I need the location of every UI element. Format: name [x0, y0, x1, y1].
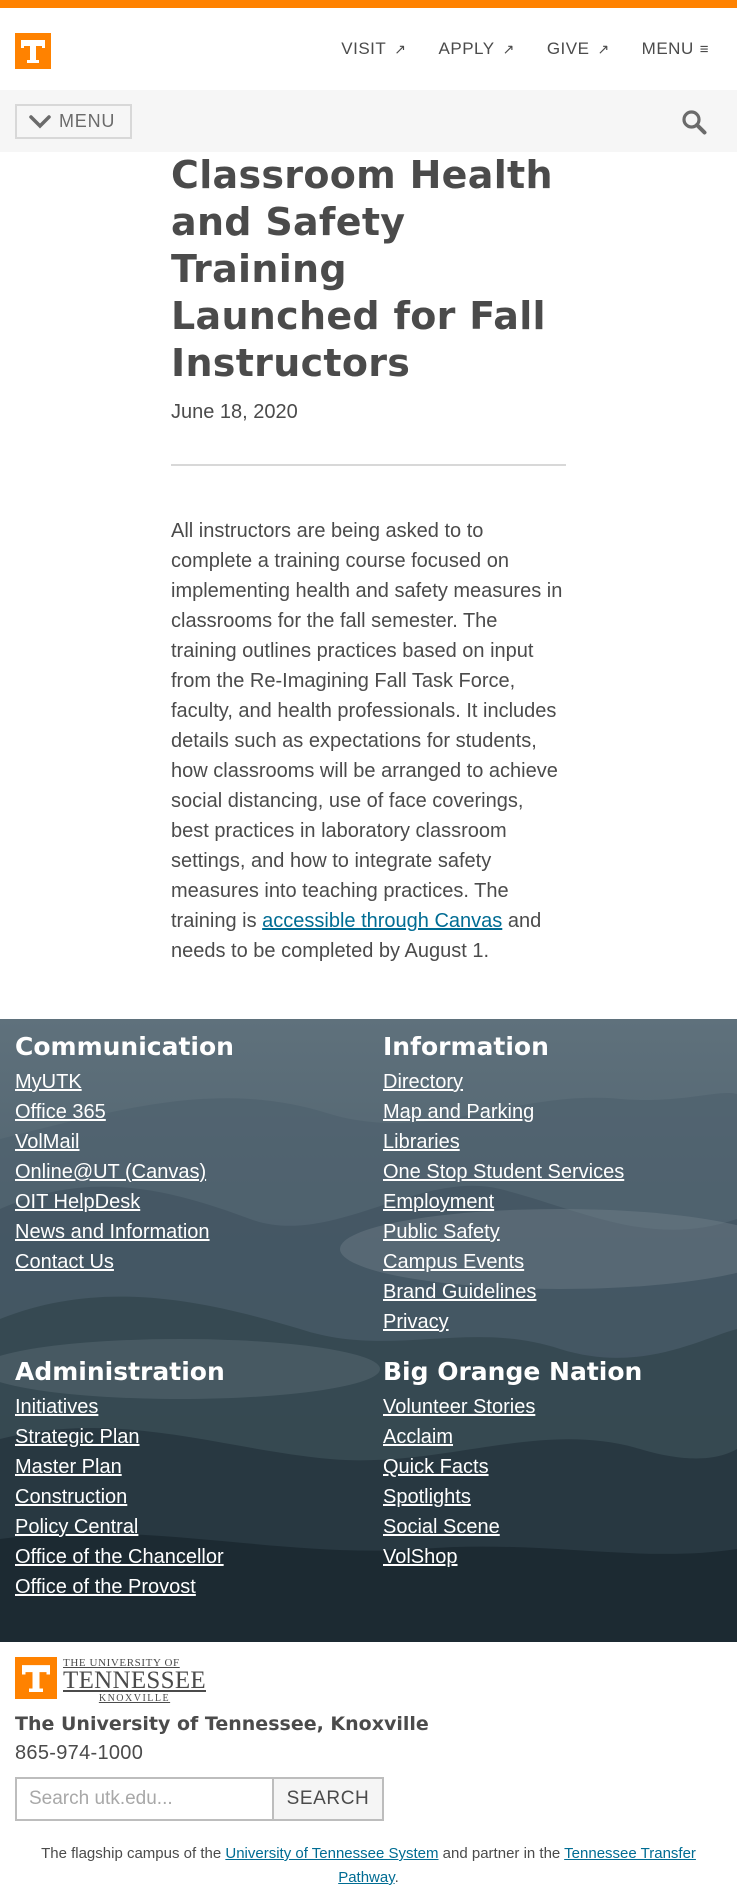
- nav-visit-label: VISIT: [341, 39, 387, 58]
- flagship-text-middle: and partner in the: [438, 1845, 565, 1862]
- footer-link-libraries[interactable]: Libraries: [383, 1131, 460, 1153]
- top-navigation: VISIT ↗ APPLY ↗ GIVE ↗ MENU ≡: [309, 39, 709, 59]
- footer-link-volmail[interactable]: VolMail: [15, 1131, 79, 1153]
- footer-link-myutk[interactable]: MyUTK: [15, 1071, 82, 1093]
- section-menu-label: MENU: [59, 111, 116, 131]
- wordmark-text: THE UNIVERSITY OF TENNESSEE KNOXVILLE: [63, 1657, 206, 1704]
- footer-information-column: Information Directory Map and Parking Li…: [383, 1032, 624, 1337]
- footer-link-quick-facts[interactable]: Quick Facts: [383, 1456, 489, 1478]
- canvas-link[interactable]: accessible through Canvas: [262, 910, 502, 932]
- external-arrow-icon: ↗: [394, 40, 407, 57]
- section-navigation-bar: MENU: [0, 90, 737, 152]
- nav-give-label: GIVE: [546, 39, 590, 58]
- footer-link-contact-us[interactable]: Contact Us: [15, 1251, 114, 1273]
- footer-communication-column: Communication MyUTK Office 365 VolMail O…: [15, 1032, 234, 1277]
- footer-link-policy-central[interactable]: Policy Central: [15, 1516, 138, 1538]
- site-search-input[interactable]: [15, 1777, 272, 1821]
- footer-big-orange-nation-heading: Big Orange Nation: [383, 1357, 643, 1386]
- footer-link-directory[interactable]: Directory: [383, 1071, 463, 1093]
- article-divider: [171, 464, 566, 466]
- power-t-icon: [15, 1657, 57, 1699]
- university-wordmark-logo[interactable]: THE UNIVERSITY OF TENNESSEE KNOXVILLE: [15, 1657, 206, 1704]
- article-date: June 18, 2020: [171, 401, 298, 423]
- footer-link-public-safety[interactable]: Public Safety: [383, 1221, 500, 1243]
- footer-link-volshop[interactable]: VolShop: [383, 1546, 458, 1568]
- hamburger-icon: ≡: [699, 40, 709, 58]
- footer-link-acclaim[interactable]: Acclaim: [383, 1426, 453, 1448]
- site-identity-footer: THE UNIVERSITY OF TENNESSEE KNOXVILLE Th…: [0, 1642, 737, 1893]
- article-body-text: All instructors are being asked to to co…: [171, 520, 563, 932]
- footer-communication-heading: Communication: [15, 1032, 234, 1061]
- flagship-text-prefix: The flagship campus of the: [41, 1845, 226, 1862]
- wordmark-line-3: KNOXVILLE: [98, 1693, 171, 1704]
- footer-link-online-canvas[interactable]: Online@UT (Canvas): [15, 1161, 206, 1183]
- footer-big-orange-nation-column: Big Orange Nation Volunteer Stories Accl…: [383, 1357, 642, 1572]
- section-menu-button[interactable]: MENU: [15, 104, 132, 139]
- article-body: All instructors are being asked to to co…: [171, 516, 566, 966]
- footer-link-chancellor[interactable]: Office of the Chancellor: [15, 1546, 224, 1568]
- footer-information-heading: Information: [383, 1032, 549, 1061]
- nav-apply-link[interactable]: APPLY ↗: [439, 39, 515, 59]
- external-arrow-icon: ↗: [502, 40, 515, 57]
- flagship-text-suffix: .: [394, 1869, 399, 1886]
- footer-administration-heading: Administration: [15, 1357, 225, 1386]
- footer-link-campus-events[interactable]: Campus Events: [383, 1251, 524, 1273]
- nav-visit-link[interactable]: VISIT ↗: [341, 39, 406, 59]
- footer-administration-column: Administration Initiatives Strategic Pla…: [15, 1357, 225, 1602]
- footer-link-strategic-plan[interactable]: Strategic Plan: [15, 1426, 140, 1448]
- site-footer: Communication MyUTK Office 365 VolMail O…: [0, 1019, 737, 1642]
- footer-link-map-parking[interactable]: Map and Parking: [383, 1101, 534, 1123]
- footer-link-employment[interactable]: Employment: [383, 1191, 494, 1213]
- brand-top-bar: [0, 0, 737, 8]
- footer-link-news[interactable]: News and Information: [15, 1221, 210, 1243]
- wordmark-line-2: TENNESSEE: [63, 1667, 206, 1694]
- nav-apply-label: APPLY: [438, 39, 495, 58]
- article-title: Classroom Health and Safety Training Lau…: [171, 153, 553, 385]
- footer-link-oit-helpdesk[interactable]: OIT HelpDesk: [15, 1191, 140, 1213]
- external-arrow-icon: ↗: [597, 40, 610, 57]
- chevron-down-icon: [29, 114, 51, 128]
- footer-link-master-plan[interactable]: Master Plan: [15, 1456, 122, 1478]
- search-icon[interactable]: [681, 109, 707, 135]
- ut-system-link[interactable]: University of Tennessee System: [225, 1845, 438, 1862]
- power-t-logo[interactable]: [15, 33, 51, 69]
- site-search-button[interactable]: SEARCH: [272, 1777, 384, 1821]
- flagship-statement: The flagship campus of the University of…: [10, 1842, 727, 1890]
- footer-link-brand-guidelines[interactable]: Brand Guidelines: [383, 1281, 536, 1303]
- campus-name: The University of Tennessee, Knoxville: [15, 1713, 429, 1735]
- footer-link-spotlights[interactable]: Spotlights: [383, 1486, 471, 1508]
- campus-phone: 865-974-1000: [15, 1742, 144, 1764]
- site-header: VISIT ↗ APPLY ↗ GIVE ↗ MENU ≡: [0, 8, 737, 90]
- footer-link-office-365[interactable]: Office 365: [15, 1101, 106, 1123]
- news-article: Classroom Health and Safety Training Lau…: [171, 152, 566, 966]
- nav-give-link[interactable]: GIVE ↗: [547, 39, 610, 59]
- footer-link-construction[interactable]: Construction: [15, 1486, 127, 1508]
- footer-link-volunteer-stories[interactable]: Volunteer Stories: [383, 1396, 535, 1418]
- footer-link-one-stop[interactable]: One Stop Student Services: [383, 1161, 624, 1183]
- site-search-form: SEARCH: [15, 1777, 384, 1821]
- nav-menu-link[interactable]: MENU ≡: [642, 39, 709, 59]
- footer-link-privacy[interactable]: Privacy: [383, 1311, 449, 1333]
- footer-link-provost[interactable]: Office of the Provost: [15, 1576, 196, 1598]
- nav-menu-label: MENU: [641, 39, 694, 58]
- footer-link-social-scene[interactable]: Social Scene: [383, 1516, 500, 1538]
- footer-link-initiatives[interactable]: Initiatives: [15, 1396, 98, 1418]
